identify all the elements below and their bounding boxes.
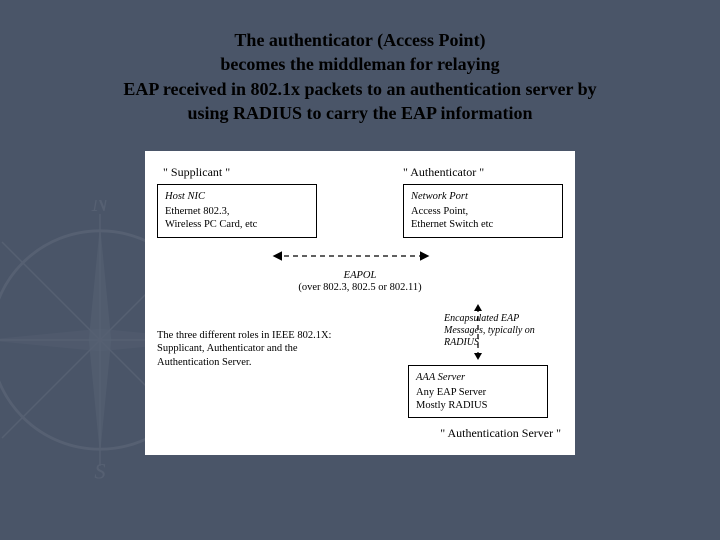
- title-line: The authenticator (Access Point): [40, 28, 680, 52]
- svg-text:N: N: [91, 200, 110, 217]
- aaa-box-line: Mostly RADIUS: [416, 399, 540, 412]
- aaa-box-line: Any EAP Server: [416, 386, 540, 399]
- title-line: EAP received in 802.1x packets to an aut…: [40, 77, 680, 101]
- supplicant-label: " Supplicant ": [157, 165, 317, 180]
- auth-server-label: " Authentication Server ": [393, 426, 563, 441]
- title-line: becomes the middleman for relaying: [40, 52, 680, 76]
- authenticator-label: " Authenticator ": [403, 165, 563, 180]
- title-line: using RADIUS to carry the EAP informatio…: [40, 101, 680, 125]
- supplicant-box-line: Wireless PC Card, etc: [165, 218, 309, 231]
- aaa-box-title: AAA Server: [416, 371, 540, 384]
- authenticator-box: Network Port Access Point, Ethernet Swit…: [403, 184, 563, 237]
- eapol-label: EAPOL (over 802.3, 802.5 or 802.11): [295, 270, 425, 295]
- svg-text:S: S: [94, 459, 105, 480]
- supplicant-box-line: Ethernet 802.3,: [165, 205, 309, 218]
- authenticator-box-title: Network Port: [411, 190, 555, 203]
- eapol-title: EAPOL: [344, 270, 377, 281]
- slide-title: The authenticator (Access Point) becomes…: [0, 0, 720, 137]
- authenticator-box-line: Access Point,: [411, 205, 555, 218]
- authenticator-box-line: Ethernet Switch etc: [411, 218, 555, 231]
- aaa-server-box: AAA Server Any EAP Server Mostly RADIUS: [408, 365, 548, 418]
- supplicant-box-title: Host NIC: [165, 190, 309, 203]
- eapol-arrow: [157, 246, 563, 266]
- diagram-panel: " Supplicant " Host NIC Ethernet 802.3, …: [145, 151, 575, 455]
- eapol-sub: (over 802.3, 802.5 or 802.11): [298, 282, 421, 293]
- supplicant-box: Host NIC Ethernet 802.3, Wireless PC Car…: [157, 184, 317, 237]
- encapsulated-label: Encapsulated EAP Messages, typically on …: [444, 313, 559, 349]
- roles-description: The three different roles in IEEE 802.1X…: [157, 301, 332, 441]
